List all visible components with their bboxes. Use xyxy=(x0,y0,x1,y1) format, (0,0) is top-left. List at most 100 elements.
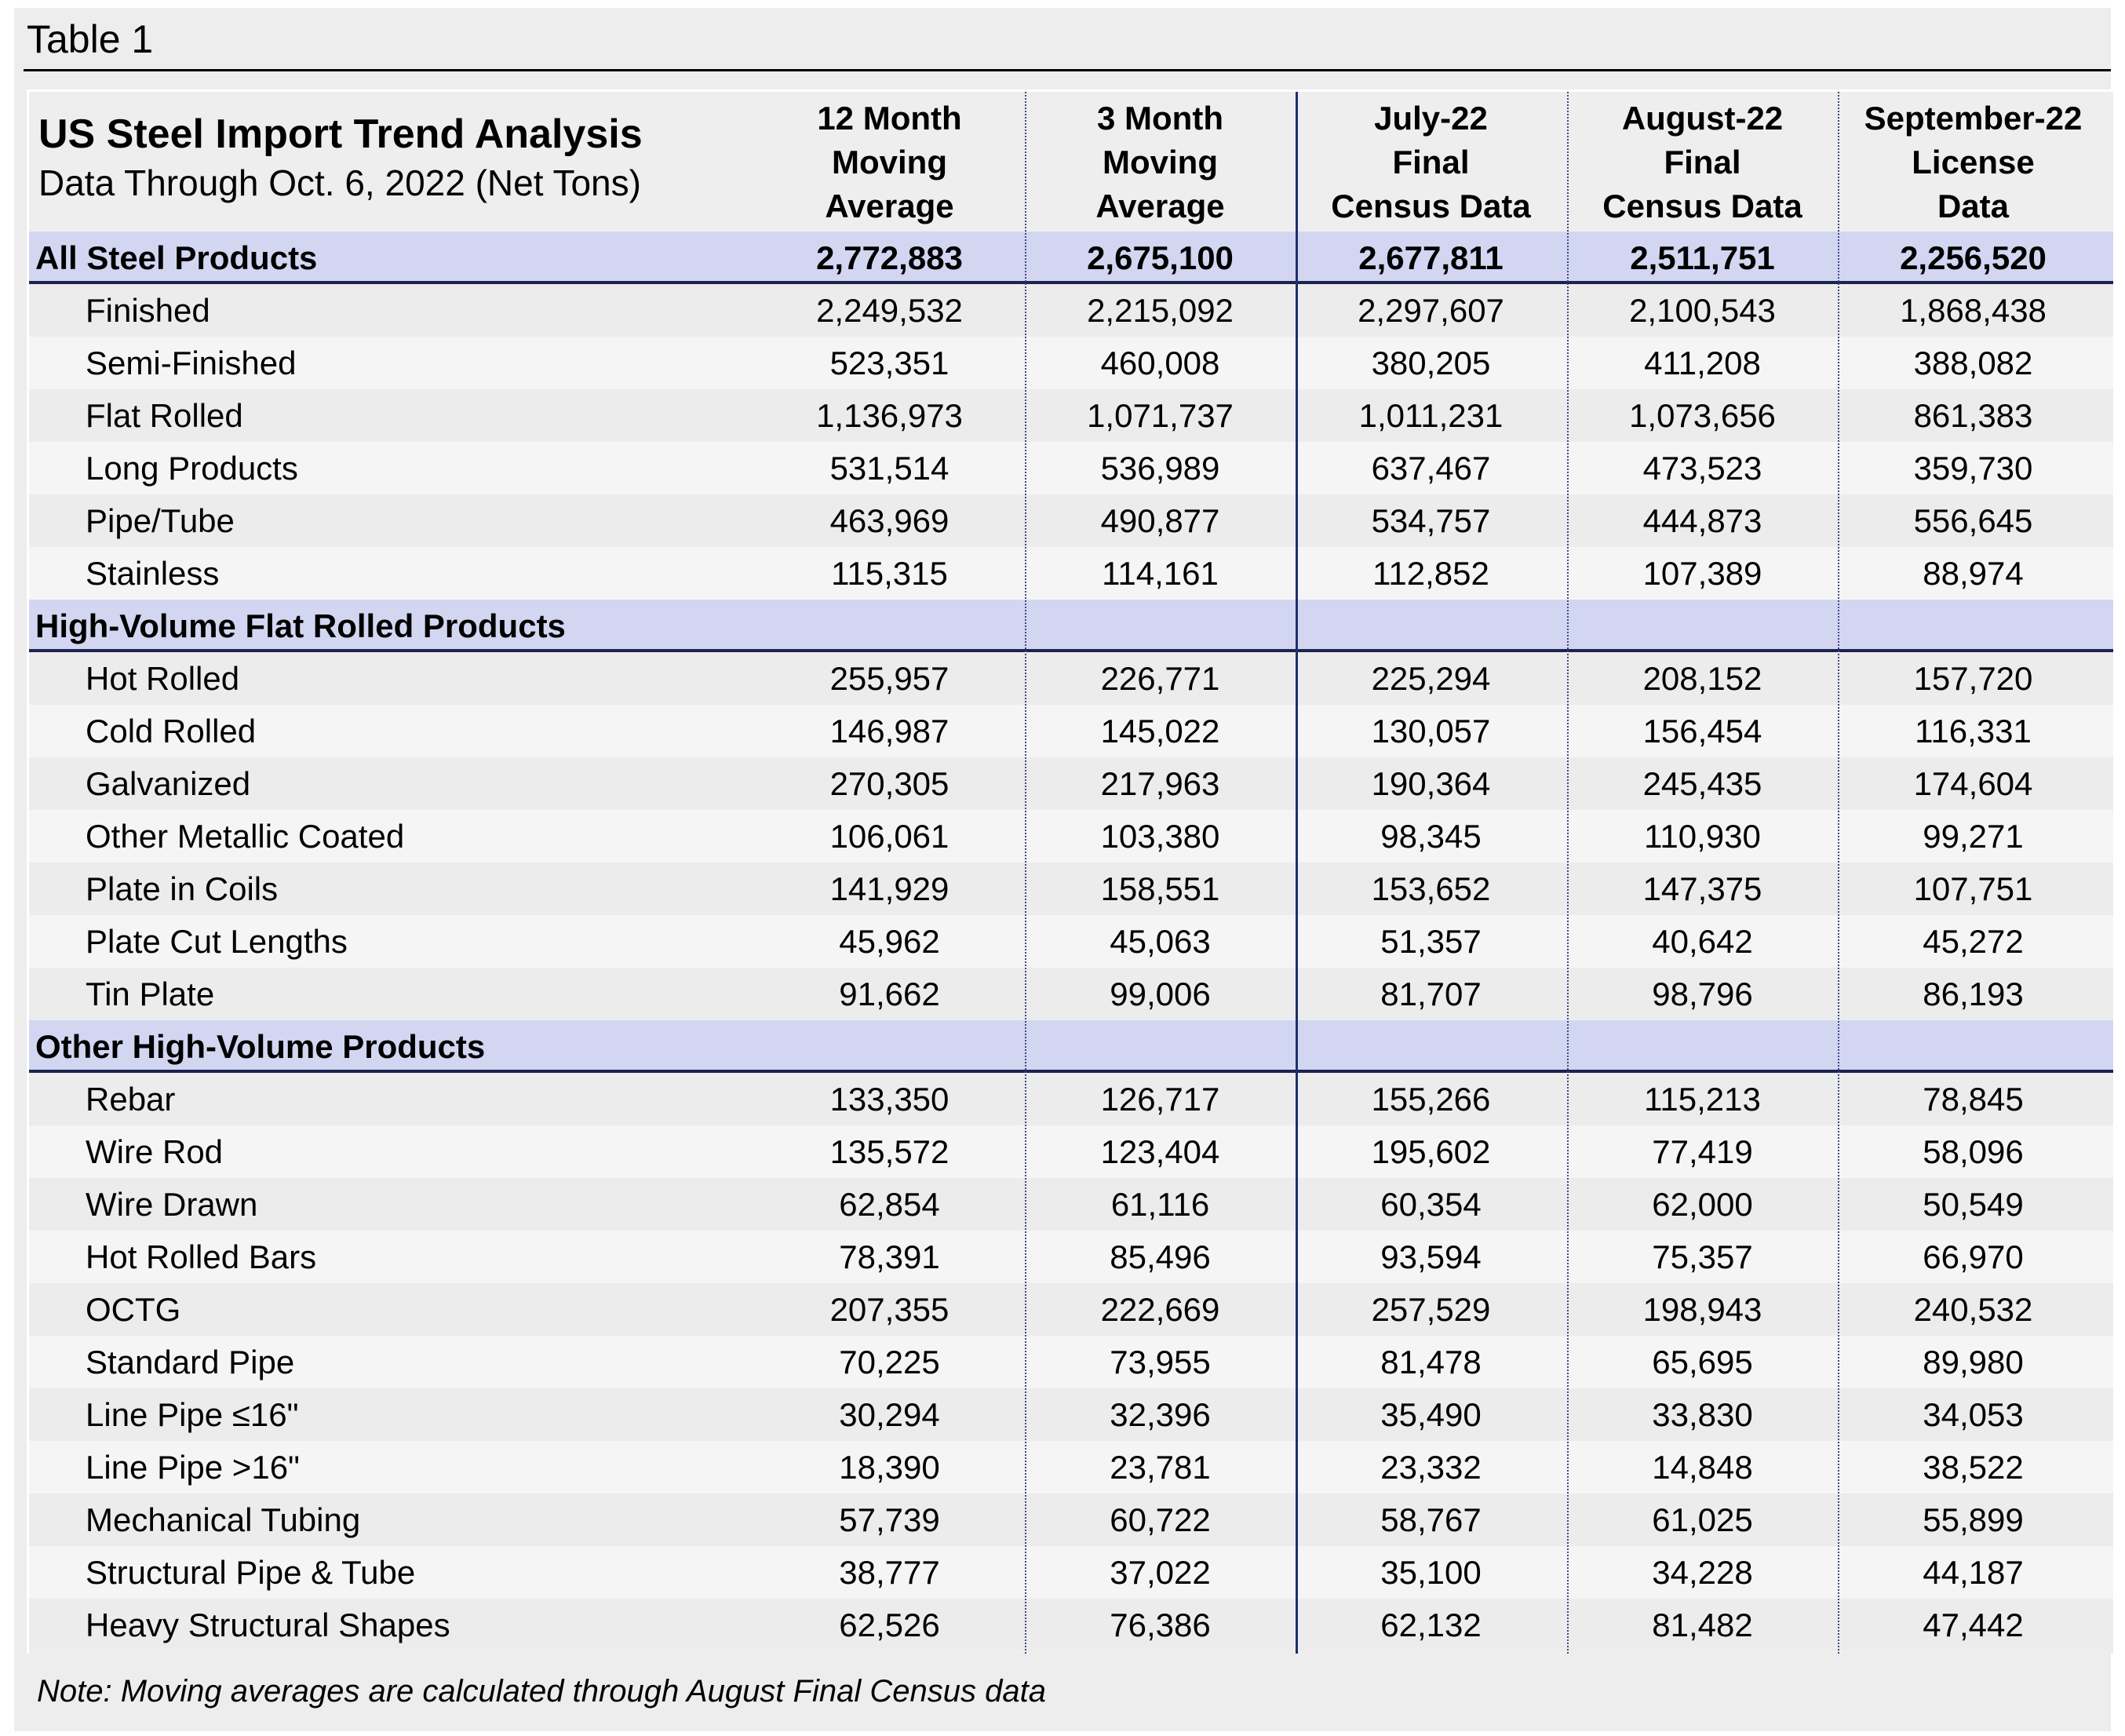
value-cell: 55,899 xyxy=(1923,1501,2024,1538)
value-cell: 222,669 xyxy=(1100,1291,1220,1328)
column-header: September-22 License Data xyxy=(1838,92,2109,232)
value-cell: 116,331 xyxy=(1915,713,2032,749)
product-label: Wire Drawn xyxy=(86,1186,258,1223)
column-header-line: August-22 xyxy=(1621,100,1784,137)
column-header-line: 12 Month xyxy=(817,100,962,137)
value-cell: 114,161 xyxy=(1102,555,1219,592)
value-cell xyxy=(754,1020,1025,1073)
table-header: US Steel Import Trend Analysis Data Thro… xyxy=(29,92,2113,232)
value-cell: 58,767 xyxy=(1380,1501,1482,1538)
product-label: Stainless xyxy=(86,555,220,592)
product-label: Wire Rod xyxy=(86,1133,224,1170)
value-cell: 380,205 xyxy=(1371,345,1491,381)
title-divider xyxy=(24,69,2111,71)
value-cell: 490,877 xyxy=(1100,502,1220,539)
value-cell: 70,225 xyxy=(839,1344,940,1380)
value-cell xyxy=(754,600,1025,652)
value-cell: 2,511,751 xyxy=(1630,239,1775,276)
table-row: Finished 2,249,532 2,215,092 2,297,607 2,100… xyxy=(29,284,2113,337)
value-cell: 198,943 xyxy=(1642,1291,1762,1328)
value-cell: 35,490 xyxy=(1380,1396,1482,1433)
column-header-line: Average xyxy=(1095,188,1225,224)
table-row: Semi-Finished 523,351 460,008 380,205 411,20… xyxy=(29,337,2113,389)
table-row: Line Pipe >16" 18,390 23,781 23,332 14,848 38… xyxy=(29,1441,2113,1493)
column-header-line: Moving xyxy=(1103,144,1218,181)
table-row: Plate Cut Lengths 45,962 45,063 51,357 40,64… xyxy=(29,915,2113,968)
value-cell: 91,662 xyxy=(839,976,940,1012)
column-header-line: September-22 xyxy=(1864,100,2083,137)
product-label: Plate Cut Lengths xyxy=(86,923,348,960)
value-cell: 33,830 xyxy=(1652,1396,1753,1433)
value-cell: 226,771 xyxy=(1100,660,1220,697)
value-cell: 523,351 xyxy=(829,345,950,381)
table-row: Line Pipe ≤16" 30,294 32,396 35,490 33,830 34… xyxy=(29,1388,2113,1441)
value-cell: 444,873 xyxy=(1642,502,1762,539)
value-cell: 85,496 xyxy=(1110,1238,1211,1275)
document-title: Table 1 xyxy=(27,17,154,61)
value-cell: 217,963 xyxy=(1100,765,1220,802)
value-cell: 225,294 xyxy=(1371,660,1491,697)
value-cell xyxy=(1838,600,2109,652)
value-cell: 14,848 xyxy=(1652,1449,1753,1486)
table-row: Hot Rolled Bars 78,391 85,496 93,594 75,357 6… xyxy=(29,1231,2113,1283)
value-cell: 536,989 xyxy=(1100,450,1220,487)
value-cell: 62,854 xyxy=(839,1186,940,1223)
value-cell: 107,389 xyxy=(1642,555,1762,592)
table-row: Long Products 531,514 536,989 637,467 473,52… xyxy=(29,442,2113,494)
value-cell: 23,332 xyxy=(1380,1449,1482,1486)
value-cell: 1,071,737 xyxy=(1087,397,1234,434)
table-row: Wire Drawn 62,854 61,116 60,354 62,000 50,549 xyxy=(29,1178,2113,1231)
product-label: Long Products xyxy=(86,450,298,487)
column-divider-census xyxy=(1296,92,1298,1654)
value-cell: 60,722 xyxy=(1110,1501,1211,1538)
section-header-row: High-Volume Flat Rolled Products xyxy=(29,600,2113,652)
product-label: Pipe/Tube xyxy=(86,502,235,539)
table-row: Mechanical Tubing 57,739 60,722 58,767 61,02… xyxy=(29,1493,2113,1546)
value-cell: 99,271 xyxy=(1923,818,2024,855)
value-cell: 145,022 xyxy=(1100,713,1220,749)
value-cell: 147,375 xyxy=(1642,870,1762,907)
column-header-line: Final xyxy=(1664,144,1741,181)
column-divider xyxy=(1567,92,1569,1654)
table-row: Flat Rolled 1,136,973 1,071,737 1,011,231 1,… xyxy=(29,389,2113,442)
product-label: Hot Rolled Bars xyxy=(86,1238,317,1275)
value-cell: 47,442 xyxy=(1923,1607,2024,1643)
value-cell: 89,980 xyxy=(1923,1344,2024,1380)
column-divider xyxy=(1838,92,1839,1654)
value-cell: 146,987 xyxy=(829,713,950,749)
value-cell: 78,845 xyxy=(1923,1081,2024,1118)
product-label: Standard Pipe xyxy=(86,1344,295,1380)
column-header-line: Average xyxy=(825,188,954,224)
product-label: Other Metallic Coated xyxy=(86,818,405,855)
product-label: Hot Rolled xyxy=(86,660,240,697)
value-cell: 473,523 xyxy=(1642,450,1762,487)
column-header-line: License xyxy=(1912,144,2035,181)
product-label: Mechanical Tubing xyxy=(86,1501,361,1538)
table-row: Tin Plate 91,662 99,006 81,707 98,796 86,193 xyxy=(29,968,2113,1020)
table-row: Hot Rolled 255,957 226,771 225,294 208,152 15… xyxy=(29,652,2113,705)
value-cell: 1,868,438 xyxy=(1900,292,2047,329)
product-label: Structural Pipe & Tube xyxy=(86,1554,416,1591)
value-cell: 637,467 xyxy=(1371,450,1491,487)
value-cell: 30,294 xyxy=(839,1396,940,1433)
value-cell: 2,677,811 xyxy=(1358,239,1504,276)
value-cell: 62,132 xyxy=(1380,1607,1482,1643)
value-cell: 1,073,656 xyxy=(1629,397,1776,434)
value-cell: 2,215,092 xyxy=(1087,292,1234,329)
value-cell: 270,305 xyxy=(829,765,950,802)
table-body: All Steel Products 2,772,883 2,675,100 2,67… xyxy=(29,232,2113,1651)
column-header-line: Final xyxy=(1392,144,1470,181)
value-cell: 44,187 xyxy=(1923,1554,2024,1591)
table-row: Plate in Coils 141,929 158,551 153,652 147,3… xyxy=(29,863,2113,915)
product-label: OCTG xyxy=(86,1291,181,1328)
value-cell: 153,652 xyxy=(1371,870,1491,907)
column-header-line: Census Data xyxy=(1602,188,1802,224)
value-cell: 2,249,532 xyxy=(816,292,963,329)
value-cell: 110,930 xyxy=(1644,818,1761,855)
value-cell: 78,391 xyxy=(839,1238,940,1275)
value-cell: 81,707 xyxy=(1380,976,1482,1012)
value-cell: 45,962 xyxy=(839,923,940,960)
value-cell: 32,396 xyxy=(1110,1396,1211,1433)
value-cell: 257,529 xyxy=(1371,1291,1491,1328)
table-row: Other Metallic Coated 106,061 103,380 98,34… xyxy=(29,810,2113,863)
